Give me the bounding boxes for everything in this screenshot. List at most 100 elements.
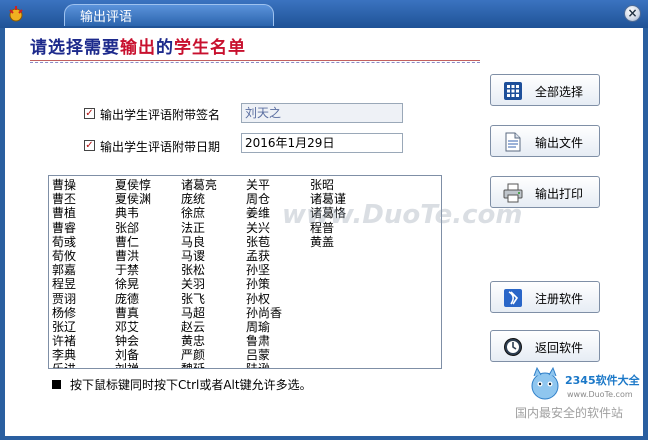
student-list-item[interactable]: 乐进: [52, 362, 76, 368]
page-heading: 请选择需要输出的学生名单: [30, 38, 246, 58]
heading-underline: [30, 60, 480, 61]
student-list-item[interactable]: 徐庶: [181, 206, 217, 220]
student-list-item[interactable]: 曹真: [115, 306, 151, 320]
site-logo: 2345软件大全 www.DuoTe.com 国内最安全的软件站: [515, 362, 645, 437]
student-list-item[interactable]: 于禁: [115, 263, 151, 277]
student-list-item[interactable]: 姜维: [246, 206, 282, 220]
student-list-item[interactable]: 张昭: [310, 178, 346, 192]
signature-field[interactable]: 刘天之: [241, 103, 403, 123]
student-list-item[interactable]: 孙坚: [246, 263, 282, 277]
student-list-item[interactable]: 典韦: [115, 206, 151, 220]
student-list-item[interactable]: 钟会: [115, 334, 151, 348]
select-all-label: 全部选择: [535, 85, 584, 99]
student-list-item[interactable]: 马超: [181, 306, 217, 320]
export-file-button[interactable]: 输出文件: [490, 125, 600, 157]
student-list-item[interactable]: 黄盖: [310, 235, 346, 249]
student-list-item[interactable]: 曹操: [52, 178, 76, 192]
student-list-item[interactable]: 曹丕: [52, 192, 76, 206]
student-list-item[interactable]: 吕蒙: [246, 348, 282, 362]
student-list-item[interactable]: 徐晃: [115, 277, 151, 291]
student-list-item[interactable]: 赵云: [181, 320, 217, 334]
student-list-item[interactable]: 刘备: [115, 348, 151, 362]
student-list-item[interactable]: 孙策: [246, 277, 282, 291]
student-list-item[interactable]: 庞统: [181, 192, 217, 206]
student-list-item[interactable]: 马良: [181, 235, 217, 249]
export-file-label: 输出文件: [535, 136, 584, 150]
back-button[interactable]: 返回软件: [490, 330, 600, 362]
student-list-item[interactable]: 鲁肃: [246, 334, 282, 348]
printer-icon: [503, 183, 523, 203]
student-list-item[interactable]: 孙尚香: [246, 306, 282, 320]
logo-tagline: 国内最安全的软件站: [515, 406, 624, 420]
student-list-item[interactable]: 张辽: [52, 320, 76, 334]
student-column-3: 诸葛亮庞统徐庶法正马良马谡张松关羽张飞马超赵云黄忠严颜魏延: [181, 178, 217, 368]
document-icon: [505, 132, 521, 152]
student-list-item[interactable]: 曹仁: [115, 235, 151, 249]
student-list-item[interactable]: 严颜: [181, 348, 217, 362]
signature-checkbox[interactable]: ✓: [84, 108, 95, 119]
register-icon: [504, 289, 522, 307]
student-list-item[interactable]: 庞德: [115, 292, 151, 306]
student-list-item[interactable]: 荀彧: [52, 235, 76, 249]
student-list-item[interactable]: 刘禅: [115, 362, 151, 368]
hint-bullet-icon: [52, 380, 61, 389]
student-list-item[interactable]: 夏侯惇: [115, 178, 151, 192]
student-list-item[interactable]: 法正: [181, 221, 217, 235]
close-icon: ×: [627, 6, 638, 20]
student-list-item[interactable]: 孙权: [246, 292, 282, 306]
student-list-item[interactable]: 张飞: [181, 292, 217, 306]
app-icon: [9, 6, 23, 22]
select-all-button[interactable]: 全部选择: [490, 74, 600, 106]
close-button[interactable]: ×: [624, 5, 641, 22]
student-list-item[interactable]: 曹洪: [115, 249, 151, 263]
student-list-item[interactable]: 诸葛亮: [181, 178, 217, 192]
student-list-item[interactable]: 曹睿: [52, 221, 76, 235]
student-column-2: 夏侯惇夏侯渊典韦张郃曹仁曹洪于禁徐晃庞德曹真邓艾钟会刘备刘禅: [115, 178, 151, 368]
print-label: 输出打印: [535, 187, 584, 201]
grid-icon: [504, 82, 522, 100]
multi-select-hint: 按下鼠标键同时按下Ctrl或者Alt键允许多选。: [70, 378, 312, 392]
student-list-item[interactable]: 陆逊: [246, 362, 282, 368]
student-list-item[interactable]: 张松: [181, 263, 217, 277]
logo-url: www.DuoTe.com: [567, 390, 633, 399]
date-label: 输出学生评语附带日期: [100, 140, 221, 154]
student-list-item[interactable]: 杨修: [52, 306, 76, 320]
student-list-item[interactable]: 关平: [246, 178, 282, 192]
student-list-item[interactable]: 郭嘉: [52, 263, 76, 277]
logo-brand: 2345软件大全: [565, 374, 640, 387]
student-list-item[interactable]: 邓艾: [115, 320, 151, 334]
student-list-item[interactable]: 张郃: [115, 221, 151, 235]
cat-mascot-icon: [531, 366, 559, 400]
register-label: 注册软件: [535, 292, 584, 306]
heading-underline-dashed: [30, 62, 480, 63]
student-list-item[interactable]: 张苞: [246, 235, 282, 249]
title-bar[interactable]: 输出评语 ×: [0, 0, 648, 28]
student-column-1: 曹操曹丕曹植曹睿荀彧荀攸郭嘉程昱贾诩杨修张辽许褚李典乐进: [52, 178, 76, 368]
student-list-item[interactable]: 周瑜: [246, 320, 282, 334]
student-list-item[interactable]: 贾诩: [52, 292, 76, 306]
student-list-item[interactable]: 荀攸: [52, 249, 76, 263]
student-list-item[interactable]: 许褚: [52, 334, 76, 348]
date-field[interactable]: 2016年1月29日: [241, 133, 403, 153]
signature-label: 输出学生评语附带签名: [100, 108, 221, 122]
date-checkbox[interactable]: ✓: [84, 140, 95, 151]
student-list-item[interactable]: 魏延: [181, 362, 217, 368]
student-list-item[interactable]: 夏侯渊: [115, 192, 151, 206]
student-list-item[interactable]: 关兴: [246, 221, 282, 235]
student-list-item[interactable]: 马谡: [181, 249, 217, 263]
student-list-item[interactable]: 周仓: [246, 192, 282, 206]
student-list-item[interactable]: 孟获: [246, 249, 282, 263]
student-list-item[interactable]: 曹植: [52, 206, 76, 220]
student-column-4: 关平周仓姜维关兴张苞孟获孙坚孙策孙权孙尚香周瑜鲁肃吕蒙陆逊: [246, 178, 282, 368]
student-list-item[interactable]: 关羽: [181, 277, 217, 291]
student-list-item[interactable]: 程昱: [52, 277, 76, 291]
register-button[interactable]: 注册软件: [490, 281, 600, 313]
student-list-item[interactable]: 李典: [52, 348, 76, 362]
back-label: 返回软件: [535, 341, 584, 355]
clock-icon: [504, 338, 522, 356]
student-list-item[interactable]: 黄忠: [181, 334, 217, 348]
watermark-text: www.DuoTe.com: [282, 200, 523, 230]
window-title: 输出评语: [80, 10, 133, 25]
dialog-window: 输出评语 × 请选择需要输出的学生名单 ✓ 输出学生评语附带签名 刘天之 ✓ 输…: [0, 0, 648, 440]
print-button[interactable]: 输出打印: [490, 176, 600, 208]
